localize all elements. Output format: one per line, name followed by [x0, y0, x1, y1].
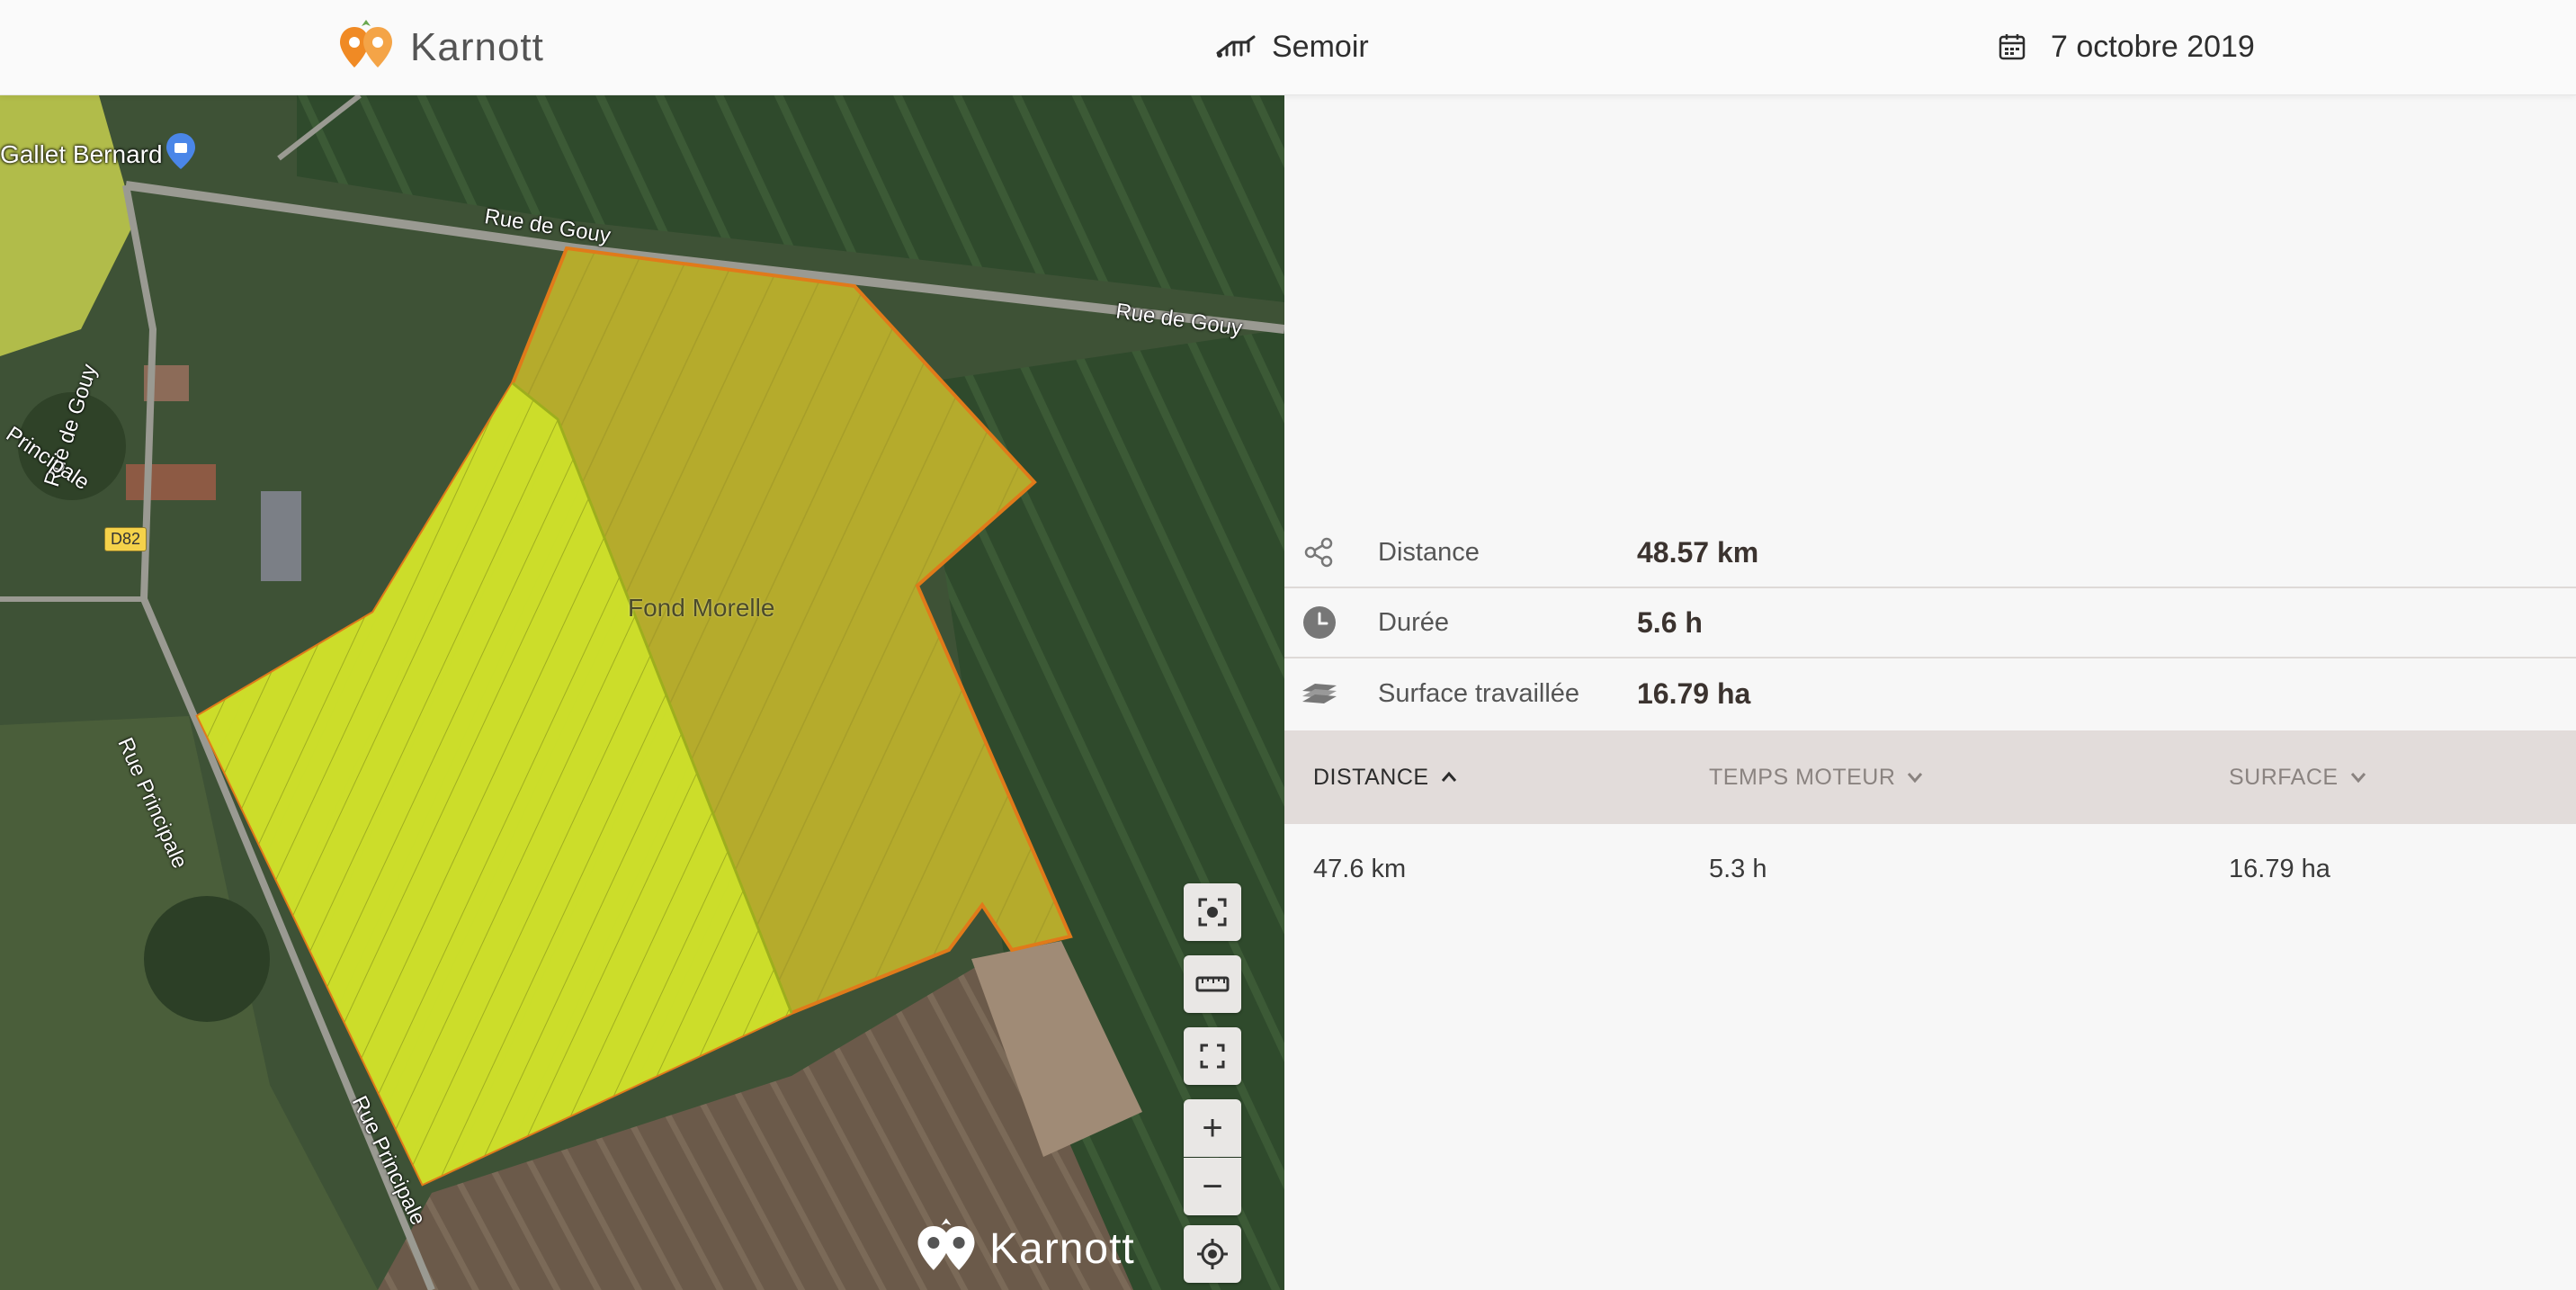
- stat-label: Surface travaillée: [1378, 678, 1580, 708]
- layers-icon: [1301, 675, 1338, 712]
- poi-label[interactable]: Gallet Bernard: [0, 140, 163, 169]
- calendar-icon: [1999, 34, 2026, 60]
- satellite-map[interactable]: Gallet Bernard Rue de Gouy Rue de Gouy R…: [0, 95, 1284, 1290]
- road-badge-d82: D82: [104, 527, 148, 551]
- watermark-name: Karnott: [989, 1224, 1135, 1273]
- stat-row-duration: Durée 5.6 h: [1284, 588, 2576, 658]
- stat-row-distance: Distance 48.57 km: [1284, 518, 2576, 588]
- stat-label: Distance: [1378, 537, 1480, 567]
- karnott-logo-icon: [917, 1218, 975, 1270]
- zoom-out-button[interactable]: −: [1184, 1158, 1241, 1215]
- chevron-down-icon: [1908, 773, 1923, 784]
- fullscreen-button[interactable]: [1184, 1027, 1241, 1085]
- field-label[interactable]: Fond Morelle: [628, 594, 774, 623]
- trees: [144, 896, 270, 1022]
- building: [126, 464, 216, 500]
- column-header-surface[interactable]: SURFACE: [2229, 730, 2369, 824]
- clock-icon: [1301, 604, 1338, 641]
- shopping-pin-icon[interactable]: [164, 131, 198, 171]
- zoom-in-button[interactable]: +: [1184, 1099, 1241, 1157]
- measure-button[interactable]: [1184, 955, 1241, 1013]
- stat-label: Durée: [1378, 607, 1449, 637]
- selected-date: 7 octobre 2019: [2051, 29, 2255, 64]
- karnott-logo-icon: [340, 20, 392, 67]
- seeder-icon: [1216, 35, 1256, 58]
- chevron-up-icon: [1441, 771, 1456, 782]
- date-selector[interactable]: 7 octobre 2019: [1997, 22, 2255, 72]
- map-watermark: Karnott: [912, 1214, 1135, 1283]
- details-panel: Distance 48.57 km Durée 5.6 h Surface tr…: [1284, 95, 2576, 1290]
- focus-icon: [1198, 898, 1227, 927]
- brand[interactable]: Karnott: [335, 16, 544, 79]
- stat-value: 16.79 ha: [1637, 676, 1751, 710]
- crosshair-icon: [1197, 1239, 1228, 1269]
- cell-engine-time: 5.3 h: [1709, 855, 1767, 883]
- cell-surface: 16.79 ha: [2229, 855, 2330, 883]
- column-header-label: DISTANCE: [1313, 764, 1429, 790]
- brand-name: Karnott: [410, 25, 544, 69]
- stat-row-surface: Surface travaillée 16.79 ha: [1284, 658, 2576, 729]
- ruler-icon: [1195, 976, 1230, 992]
- chevron-down-icon: [2350, 773, 2366, 784]
- column-header-distance[interactable]: DISTANCE: [1313, 730, 1460, 824]
- stat-value: 5.6 h: [1637, 605, 1703, 639]
- table-header: DISTANCE TEMPS MOTEUR SURFACE: [1284, 730, 2576, 824]
- equipment-selector[interactable]: Semoir: [1214, 22, 1369, 72]
- column-header-label: SURFACE: [2229, 764, 2339, 790]
- center-view-button[interactable]: [1184, 883, 1241, 941]
- stat-value: 48.57 km: [1637, 535, 1759, 569]
- building: [261, 491, 301, 581]
- column-header-label: TEMPS MOTEUR: [1709, 764, 1896, 790]
- fullscreen-icon: [1200, 1044, 1225, 1069]
- cell-distance: 47.6 km: [1313, 855, 1407, 883]
- equipment-name: Semoir: [1272, 29, 1369, 64]
- top-bar: Karnott Semoir 7 octobre 2019: [0, 0, 2576, 95]
- column-header-engine-time[interactable]: TEMPS MOTEUR: [1709, 730, 1926, 824]
- locate-button[interactable]: [1184, 1225, 1241, 1283]
- share-nodes-icon: [1301, 533, 1338, 571]
- map-canvas[interactable]: [0, 95, 1284, 1290]
